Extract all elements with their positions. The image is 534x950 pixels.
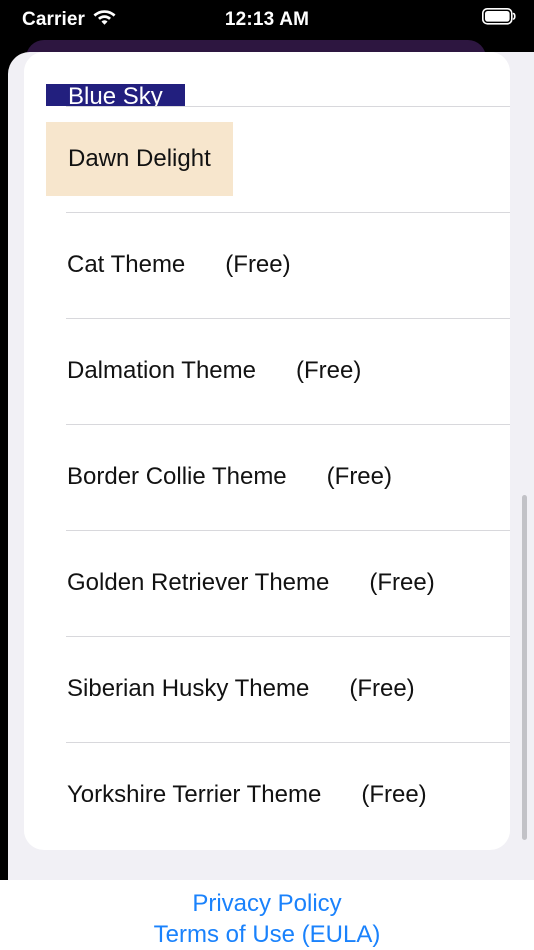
list-item[interactable]: Blue Sky	[24, 52, 510, 106]
status-bar-center: 12:13 AM	[0, 0, 534, 38]
list-item[interactable]: Golden Retriever Theme (Free)	[24, 530, 510, 636]
footer: Privacy Policy Terms of Use (EULA)	[0, 880, 534, 950]
scrollbar-thumb[interactable]	[522, 495, 527, 840]
theme-list-card: Blue Sky Dawn Delight Cat Theme (Free) D…	[24, 52, 510, 850]
theme-swatch-dawn-delight: Dawn Delight	[46, 121, 233, 197]
scrollbar-track[interactable]	[519, 52, 529, 880]
theme-label-golden-retriever: Golden Retriever Theme (Free)	[67, 568, 435, 596]
privacy-policy-link[interactable]: Privacy Policy	[192, 888, 341, 919]
status-bar: Carrier 12:13 AM	[0, 0, 534, 38]
list-item[interactable]: Border Collie Theme (Free)	[24, 424, 510, 530]
theme-label-border-collie: Border Collie Theme (Free)	[67, 462, 392, 490]
clock-label: 12:13 AM	[224, 8, 310, 30]
theme-label-yorkshire-terrier: Yorkshire Terrier Theme (Free)	[67, 780, 427, 808]
theme-label-dalmation: Dalmation Theme (Free)	[67, 356, 362, 384]
list-item[interactable]: Dalmation Theme (Free)	[24, 318, 510, 424]
theme-swatch-blue-sky: Blue Sky	[46, 83, 185, 106]
list-item[interactable]: Dawn Delight	[24, 106, 510, 212]
phone-screen: Carrier 12:13 AM Blue Sky Dawn Delight C…	[0, 0, 534, 950]
list-item[interactable]: Yorkshire Terrier Theme (Free)	[24, 742, 510, 848]
status-bar-right	[482, 0, 516, 38]
battery-full-icon	[482, 8, 516, 30]
theme-list[interactable]: Blue Sky Dawn Delight Cat Theme (Free) D…	[24, 52, 510, 848]
theme-label-siberian-husky: Siberian Husky Theme (Free)	[67, 674, 415, 702]
terms-of-use-link[interactable]: Terms of Use (EULA)	[154, 919, 381, 950]
list-item[interactable]: Siberian Husky Theme (Free)	[24, 636, 510, 742]
list-item[interactable]: Cat Theme (Free)	[24, 212, 510, 318]
theme-label-cat: Cat Theme (Free)	[67, 250, 291, 278]
